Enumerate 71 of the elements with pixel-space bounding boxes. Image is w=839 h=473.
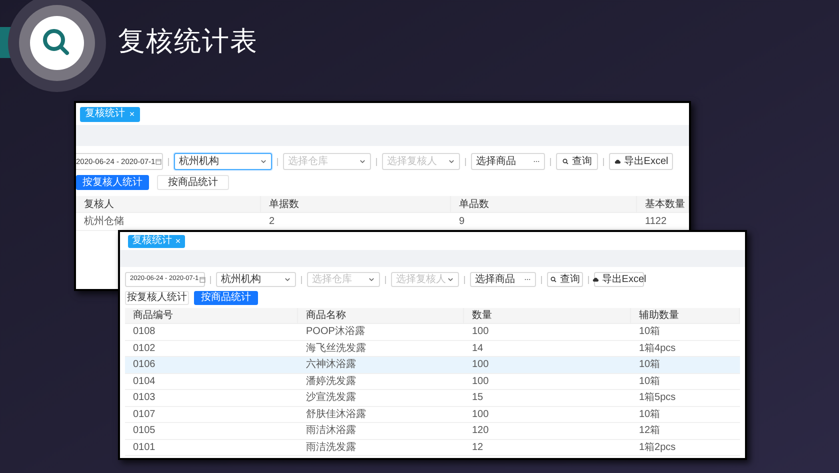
- table-cell-text: 15: [471, 391, 484, 406]
- column-header: 数量: [464, 308, 631, 323]
- table-cell-text: 12: [471, 440, 484, 455]
- table-cell-text: POOP沐浴露: [305, 324, 366, 340]
- export-button[interactable]: 导出Excel: [609, 153, 673, 170]
- table-cell-text: 雨洁洗发露: [305, 440, 357, 455]
- column-header: 复核人: [76, 196, 261, 212]
- table-cell-text: 14: [471, 342, 484, 356]
- search-button[interactable]: 查询: [556, 153, 598, 170]
- table-cell-text: 12箱: [638, 424, 662, 438]
- organization-select[interactable]: 杭州机构: [174, 153, 272, 170]
- cloud-icon: [614, 158, 621, 165]
- table-cell-text: 0106: [132, 358, 156, 372]
- mode-tab[interactable]: 按复核人统计: [125, 291, 189, 305]
- table-cell-text: 0107: [132, 408, 156, 422]
- mode-tab[interactable]: 按复核人统计: [76, 175, 149, 190]
- table-cell-text: 2: [268, 215, 276, 229]
- table-cell-text: 10箱: [638, 325, 662, 340]
- mode-tab[interactable]: 按商品统计: [157, 175, 229, 190]
- calendar-icon: [198, 276, 206, 283]
- cloud-icon: [592, 276, 599, 283]
- table-cell-text: 杭州仓储: [83, 214, 125, 229]
- chevron-down-icon: [448, 158, 455, 165]
- chevron-down-icon: [260, 158, 267, 165]
- search-button[interactable]: 查询: [547, 272, 583, 287]
- export-button[interactable]: 导出Excel: [594, 272, 644, 287]
- table-cell-text: 舒肤佳沐浴露: [305, 408, 367, 422]
- chevron-down-icon: [368, 276, 375, 283]
- close-icon: [175, 238, 181, 244]
- search-icon: [550, 276, 557, 283]
- table-cell-text: 0103: [132, 391, 156, 406]
- column-header: 基本数量: [637, 196, 689, 212]
- table-cell-text: 100: [471, 374, 490, 389]
- table-cell-text: 0104: [132, 374, 156, 389]
- table-cell-text: 1122: [644, 215, 668, 229]
- table-cell-text: 0105: [132, 424, 156, 438]
- table-cell-text: 100: [471, 358, 490, 372]
- chevron-down-icon: [284, 276, 291, 283]
- table-cell-text: 10箱: [638, 374, 662, 389]
- column-header: 商品编号: [125, 308, 298, 323]
- table-cell-text: 9: [458, 215, 466, 229]
- table-cell-text: 0108: [132, 325, 156, 340]
- column-header: 单据数: [261, 196, 451, 212]
- table-cell-text: 120: [471, 424, 490, 438]
- table-cell-text: 100: [471, 408, 490, 422]
- close-icon: [129, 111, 135, 117]
- product-field[interactable]: 选择商品: [470, 272, 536, 287]
- calendar-icon: [155, 158, 162, 165]
- chevron-down-icon: [359, 158, 366, 165]
- column-header: 商品名称: [298, 308, 464, 323]
- table-cell-text: 海飞丝洗发露: [305, 342, 367, 356]
- table-cell-text: 10箱: [638, 408, 662, 422]
- table-cell-text: 0101: [132, 440, 156, 455]
- chevron-down-icon: [447, 276, 454, 283]
- organization-select[interactable]: 杭州机构: [216, 272, 296, 287]
- table-cell-text: 六神沐浴露: [305, 358, 357, 372]
- product-field[interactable]: 选择商品: [471, 153, 545, 170]
- table-cell-text: 100: [471, 325, 490, 340]
- table-cell-text: 1箱2pcs: [638, 440, 677, 455]
- table-cell-text: 雨洁沐浴露: [305, 424, 357, 438]
- search-icon: [562, 158, 569, 165]
- table-cell-text: 0102: [132, 342, 156, 356]
- slide-title: 复核统计表: [118, 25, 258, 58]
- table-cell-text: 潘婷洗发露: [305, 374, 357, 389]
- mode-tab[interactable]: 按商品统计: [194, 291, 258, 305]
- table-cell-text: 1箱5pcs: [638, 391, 677, 406]
- table-cell-text: 1箱4pcs: [638, 342, 677, 356]
- table-cell-text: 沙宣洗发露: [305, 390, 357, 406]
- table-cell-text: 10箱: [638, 358, 662, 372]
- column-header: 辅助数量: [631, 308, 740, 323]
- column-header: 单品数: [451, 196, 637, 212]
